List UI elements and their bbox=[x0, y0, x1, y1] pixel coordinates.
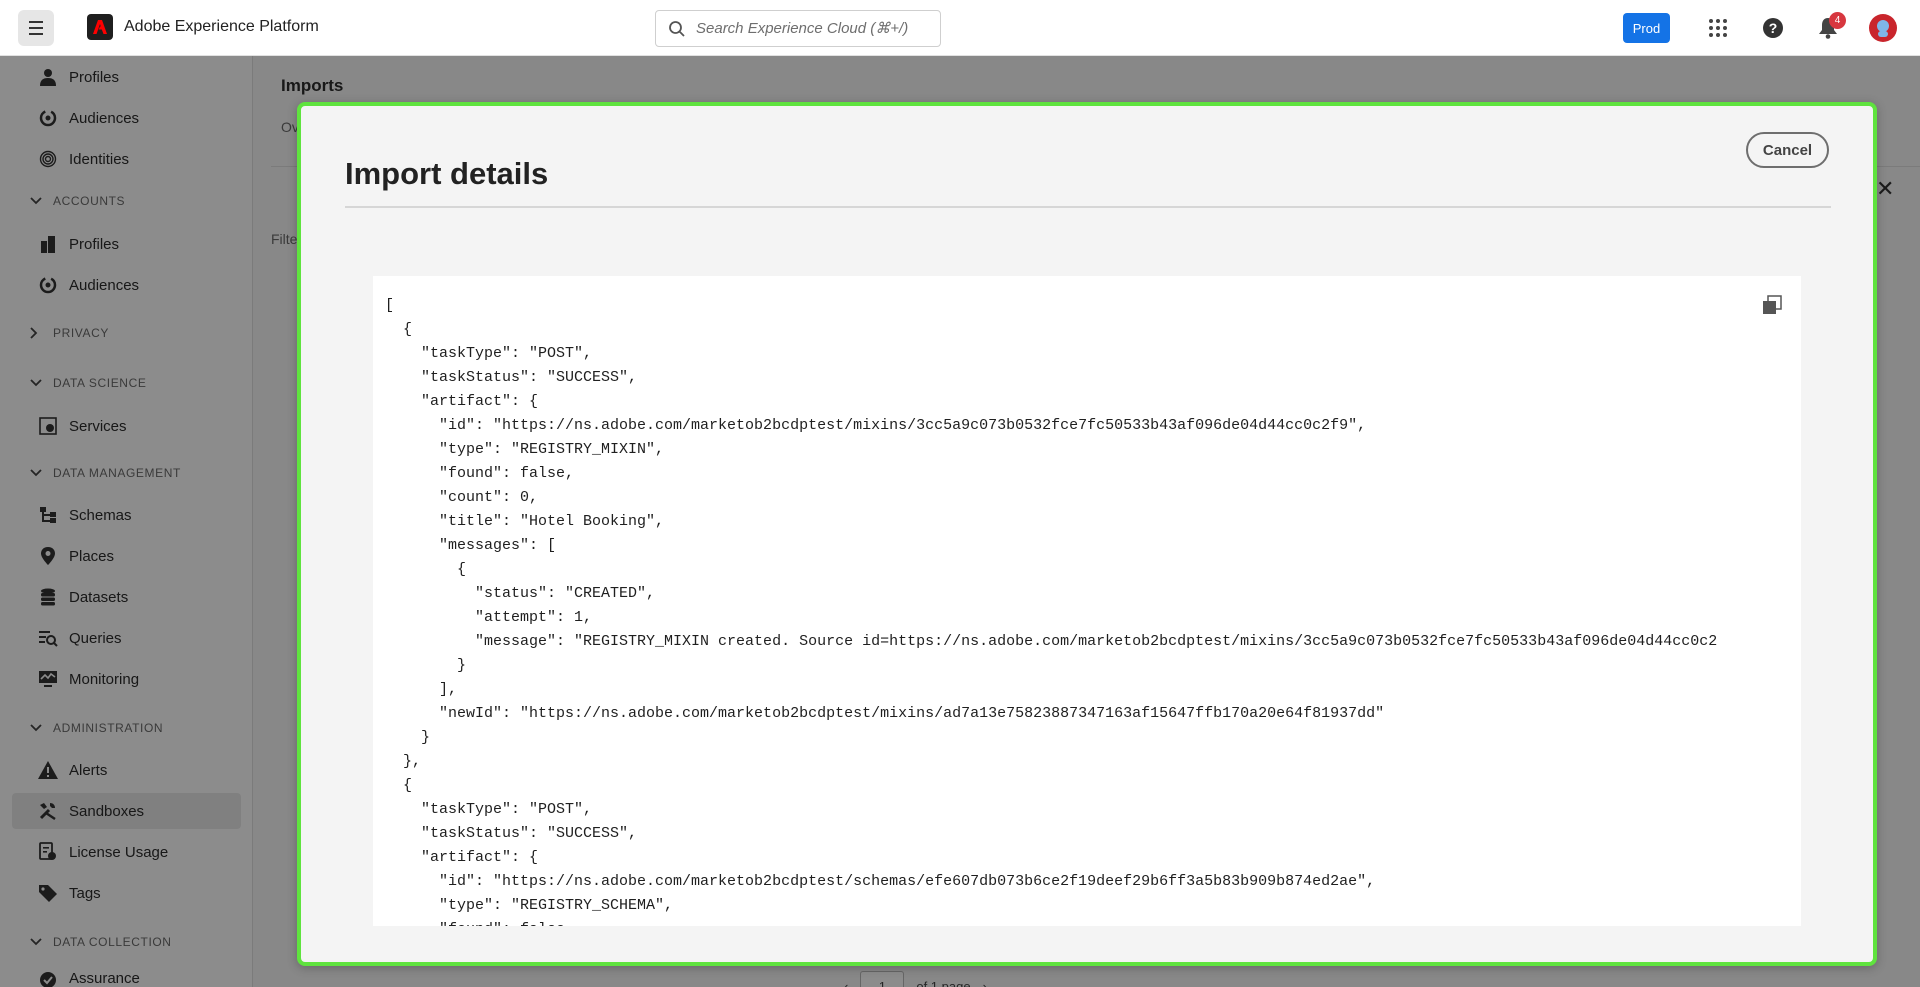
json-viewer[interactable]: [ { "taskType": "POST", "taskStatus": "S… bbox=[373, 276, 1801, 926]
code-line: "message": "REGISTRY_MIXIN created. Sour… bbox=[385, 633, 1718, 650]
copy-icon[interactable] bbox=[1761, 294, 1783, 316]
code-line: "messages": [ bbox=[385, 537, 557, 554]
code-line: "taskType": "POST", bbox=[385, 801, 593, 818]
code-line: "taskType": "POST", bbox=[385, 345, 593, 362]
code-line: "taskStatus": "SUCCESS", bbox=[385, 825, 638, 842]
search-icon bbox=[668, 20, 686, 43]
code-line: "found": false, bbox=[385, 918, 1717, 926]
user-avatar[interactable] bbox=[1869, 14, 1897, 42]
svg-text:?: ? bbox=[1769, 20, 1778, 36]
brand[interactable]: Adobe Experience Platform bbox=[87, 14, 319, 40]
sandbox-switcher-button[interactable]: Prod bbox=[1623, 13, 1670, 43]
search-field[interactable] bbox=[655, 10, 941, 47]
apps-grid-icon[interactable] bbox=[1705, 15, 1731, 41]
menu-toggle-button[interactable] bbox=[18, 10, 54, 46]
code-line: "type": "REGISTRY_MIXIN", bbox=[385, 441, 665, 458]
dialog-title: Import details bbox=[345, 156, 549, 191]
hamburger-icon bbox=[29, 19, 43, 37]
code-line: "id": "https://ns.adobe.com/marketob2bcd… bbox=[385, 873, 1376, 890]
notification-count-badge: 4 bbox=[1829, 12, 1846, 29]
code-line: ], bbox=[385, 681, 458, 698]
code-line: "artifact": { bbox=[385, 393, 539, 410]
code-line: "newId": "https://ns.adobe.com/marketob2… bbox=[385, 705, 1385, 722]
code-line: }, bbox=[385, 753, 422, 770]
adobe-logo-icon bbox=[87, 14, 113, 40]
import-details-dialog: Import details Cancel [ { "taskType": "P… bbox=[297, 102, 1877, 966]
code-line: "attempt": 1, bbox=[385, 609, 593, 626]
code-line: "title": "Hotel Booking", bbox=[385, 513, 665, 530]
code-line: "id": "https://ns.adobe.com/marketob2bcd… bbox=[385, 417, 1367, 434]
divider bbox=[345, 206, 1831, 208]
top-bar: Adobe Experience Platform Prod ? 4 bbox=[0, 0, 1920, 56]
code-line: "taskStatus": "SUCCESS", bbox=[385, 369, 638, 386]
app-name: Adobe Experience Platform bbox=[124, 18, 319, 35]
code-line: { bbox=[385, 777, 413, 794]
search-input[interactable] bbox=[696, 20, 926, 37]
cancel-button[interactable]: Cancel bbox=[1746, 132, 1829, 168]
code-line: "status": "CREATED", bbox=[385, 585, 656, 602]
code-line: "count": 0, bbox=[385, 489, 539, 506]
code-line: { bbox=[385, 561, 467, 578]
code-line: } bbox=[385, 657, 467, 674]
help-icon[interactable]: ? bbox=[1760, 15, 1786, 41]
code-line: "type": "REGISTRY_SCHEMA", bbox=[385, 897, 674, 914]
code-line: { bbox=[385, 321, 413, 338]
code-line: } bbox=[385, 729, 431, 746]
code-line: [ bbox=[385, 297, 395, 314]
code-line: "found": false, bbox=[385, 465, 575, 482]
code-line: "artifact": { bbox=[385, 849, 539, 866]
json-code: [ { "taskType": "POST", "taskStatus": "S… bbox=[385, 294, 1717, 926]
